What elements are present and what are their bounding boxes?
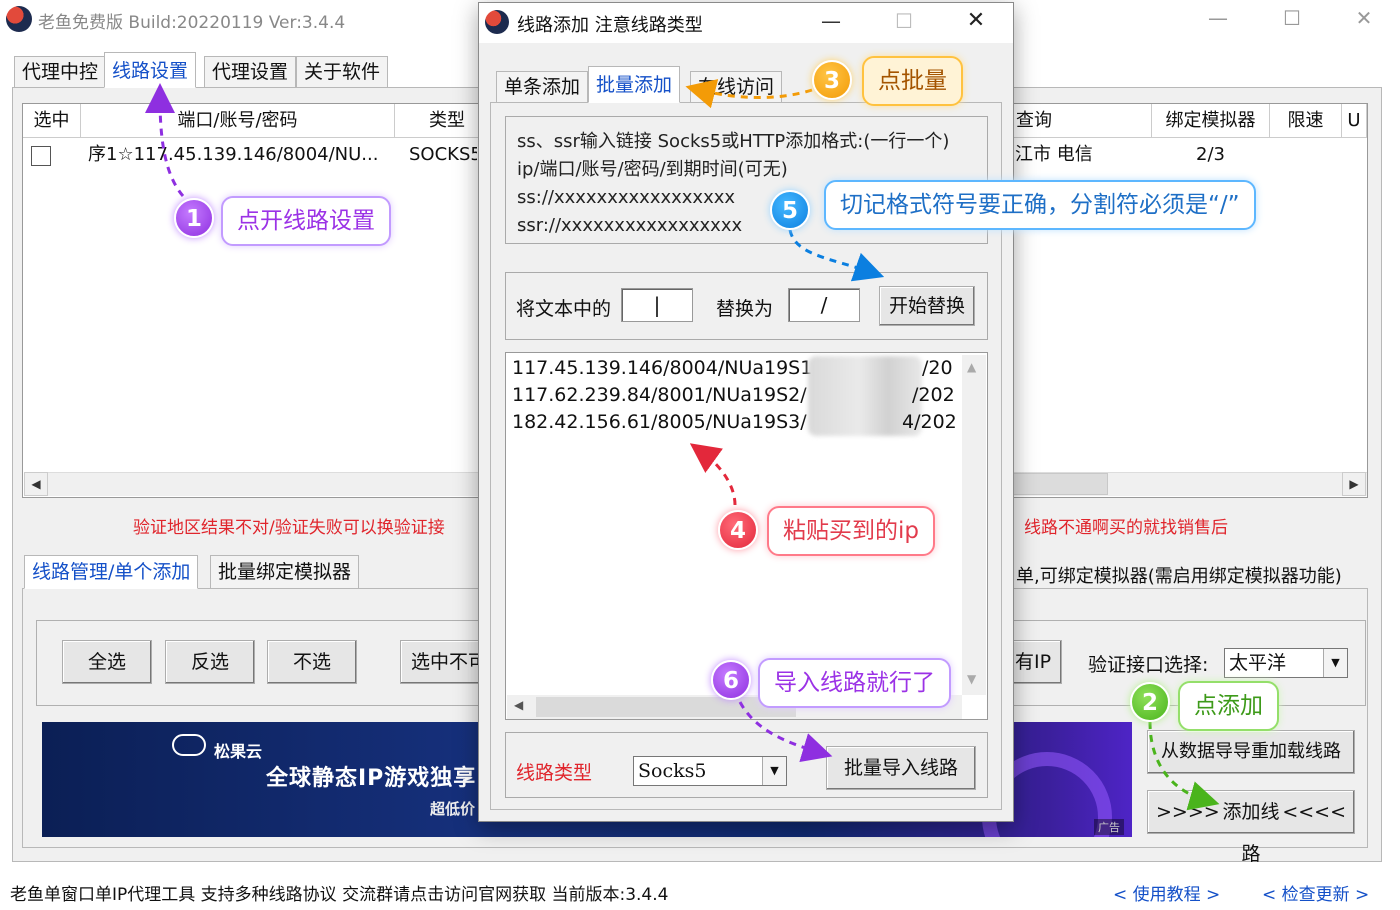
arrow-1	[145, 83, 185, 197]
step-1-note: 点开线路设置	[221, 196, 391, 246]
arrow-6	[738, 701, 833, 763]
arrow-4	[689, 443, 737, 506]
step-2-note: 点添加	[1178, 681, 1279, 731]
arrow-2	[1148, 721, 1220, 811]
step-6-badge: 6	[711, 660, 751, 700]
step-6-note: 导入线路就行了	[758, 658, 951, 708]
step-3-badge: 3	[812, 60, 852, 100]
step-5-badge: 5	[770, 190, 810, 230]
annotation-arrows	[145, 79, 1220, 811]
step-5-note: 切记格式符号要正确，分割符必须是“/”	[824, 180, 1256, 230]
arrow-5	[788, 229, 885, 282]
step-3-note: 点批量	[862, 56, 963, 106]
step-2-badge: 2	[1130, 682, 1170, 722]
step-4-note: 粘贴买到的ip	[767, 506, 935, 556]
step-4-badge: 4	[718, 510, 758, 550]
step-1-badge: 1	[174, 198, 214, 238]
arrow-3	[685, 79, 813, 109]
